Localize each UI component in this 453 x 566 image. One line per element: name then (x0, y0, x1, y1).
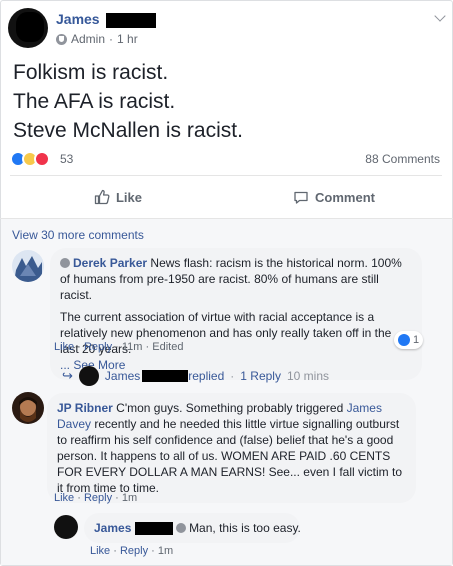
comment-text: recently and he needed this little virtu… (57, 417, 403, 495)
love-reaction-icon (34, 151, 50, 167)
comment-like-link[interactable]: Like (90, 545, 110, 557)
comment-time[interactable]: 1m (158, 545, 173, 557)
comment-like-link[interactable]: Like (54, 492, 74, 504)
comment-bubble: Derek Parker News flash: racism is the h… (50, 248, 422, 380)
reactions-bar: 53 88 Comments (10, 150, 440, 168)
avatar-image (12, 392, 44, 424)
comment-text: Man, this is too easy. (189, 521, 301, 535)
comment-author[interactable]: JP Ribner (57, 401, 113, 415)
comment-reply-link[interactable]: Reply (84, 492, 112, 504)
view-more-comments-link[interactable]: View 30 more comments (12, 228, 144, 242)
reply-author-avatar (78, 366, 99, 386)
commenter-avatar[interactable] (12, 250, 44, 282)
reply-count-link[interactable]: 1 Reply (240, 369, 281, 383)
comment-icon (294, 191, 308, 204)
comment-author[interactable]: James (94, 521, 131, 535)
commenter-avatar[interactable] (54, 515, 78, 539)
redaction-bar (106, 12, 157, 28)
thumbs-up-icon (94, 189, 110, 205)
redaction-bar (142, 370, 189, 382)
comment-like-link[interactable]: Like (54, 341, 74, 353)
post-line: The AFA is racist. (13, 90, 176, 113)
comment-button[interactable]: Comment (226, 176, 442, 218)
post-actions: Like Comment (10, 176, 442, 218)
post-header: James Admin · 1 hr (8, 8, 448, 48)
comment-time[interactable]: 11m (122, 341, 143, 353)
admin-badge-icon (56, 33, 67, 45)
like-reaction-icon (398, 334, 410, 346)
comment-bubble: James Man, this is too easy. (84, 513, 301, 543)
comment-time[interactable]: 1m (122, 492, 137, 504)
comment-meta: Like · Reply · 1m (90, 545, 174, 557)
comment-bubble: JP Ribner C'mon guys. Something probably… (47, 393, 416, 503)
post-line: Steve McNallen is racist. (13, 119, 243, 142)
comment-meta: Like · Reply · 1m (54, 492, 138, 504)
comment-reply-link[interactable]: Reply (84, 341, 112, 353)
reaction-icons[interactable] (10, 151, 50, 167)
author-name[interactable]: James (56, 11, 157, 28)
redaction-bar (134, 522, 173, 536)
admin-badge-icon (176, 523, 187, 533)
post-body: Folkism is racist. The AFA is racist. St… (13, 58, 243, 145)
comment-author[interactable]: Derek Parker (73, 256, 147, 270)
comment-meta: Like · Reply · 11m · Edited (54, 341, 184, 353)
like-button[interactable]: Like (10, 176, 226, 218)
reply-arrow-icon: ↪ (62, 368, 73, 383)
replies-summary[interactable]: ↪ James replied · 1 Reply 10 mins (62, 366, 329, 386)
avatar-image (12, 250, 44, 282)
top-fan-badge-icon (60, 258, 70, 268)
comment-text: C'mon guys. Something probably triggered (116, 401, 344, 415)
reply-time: 10 mins (286, 369, 329, 383)
post-time[interactable]: 1 hr (117, 32, 138, 46)
comment-count[interactable]: 88 Comments (365, 152, 440, 166)
reaction-count[interactable]: 53 (60, 152, 73, 166)
post-meta: Admin · 1 hr (56, 32, 138, 46)
comment-like-count[interactable]: 1 (394, 331, 424, 349)
post-line: Folkism is racist. (13, 61, 169, 84)
commenter-avatar[interactable] (12, 392, 44, 424)
author-avatar[interactable] (8, 8, 48, 48)
edited-label[interactable]: Edited (152, 341, 183, 353)
comment-reply-link[interactable]: Reply (120, 545, 148, 557)
chevron-down-icon[interactable] (434, 10, 446, 22)
